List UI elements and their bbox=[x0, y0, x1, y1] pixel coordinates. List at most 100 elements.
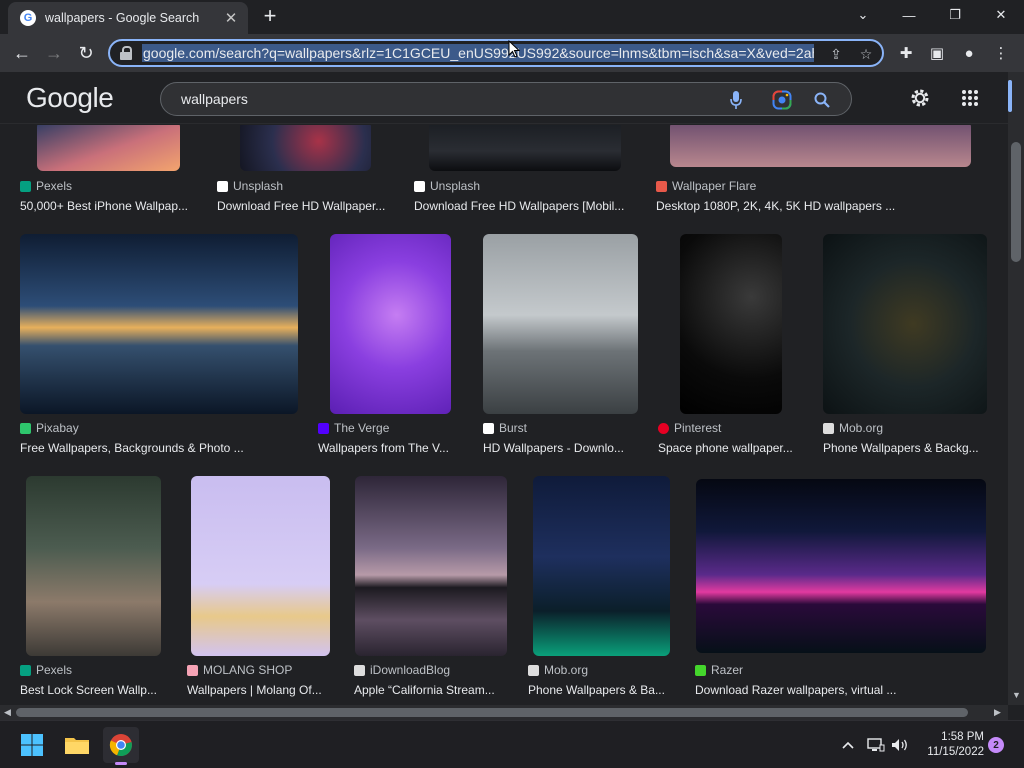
result-thumbnail[interactable] bbox=[483, 234, 638, 414]
extensions-icon[interactable]: ✚ bbox=[895, 42, 917, 64]
result-source[interactable]: Unsplash bbox=[414, 179, 480, 193]
pexels-icon bbox=[20, 180, 31, 192]
vertical-scrollbar[interactable]: ▼ bbox=[1008, 72, 1024, 705]
pinterest-icon bbox=[658, 422, 669, 434]
reload-button[interactable]: ↻ bbox=[72, 39, 100, 67]
search-input[interactable]: wallpapers bbox=[181, 91, 248, 107]
pexels-icon bbox=[20, 664, 31, 676]
wallpaper-flare-icon bbox=[656, 180, 667, 192]
file-explorer-icon[interactable] bbox=[59, 727, 95, 763]
result-caption[interactable]: Best Lock Screen Wallp... bbox=[20, 683, 165, 697]
notification-badge[interactable]: 2 bbox=[988, 737, 1004, 753]
settings-gear-icon[interactable] bbox=[908, 86, 932, 110]
result-thumbnail[interactable] bbox=[823, 234, 987, 414]
result-caption[interactable]: Download Free HD Wallpapers [Mobil... bbox=[414, 199, 634, 213]
result-thumbnail[interactable] bbox=[533, 476, 670, 656]
result-source[interactable]: iDownloadBlog bbox=[354, 663, 450, 677]
result-source[interactable]: Pixabay bbox=[20, 421, 79, 435]
result-caption[interactable]: Free Wallpapers, Backgrounds & Photo ... bbox=[20, 441, 290, 455]
lens-icon[interactable] bbox=[771, 89, 793, 111]
url-text[interactable]: google.com/search?q=wallpapers&rlz=1C1GC… bbox=[142, 44, 814, 62]
result-caption[interactable]: Desktop 1080P, 2K, 4K, 5K HD wallpapers … bbox=[656, 199, 956, 213]
google-search-box[interactable]: wallpapers bbox=[160, 82, 852, 116]
lock-icon[interactable] bbox=[120, 46, 132, 60]
tab-title: wallpapers - Google Search bbox=[45, 11, 200, 25]
result-thumbnail[interactable] bbox=[680, 234, 782, 414]
result-caption[interactable]: HD Wallpapers - Downlo... bbox=[483, 441, 633, 455]
scroll-left-arrow-icon[interactable]: ◀ bbox=[4, 707, 11, 718]
scroll-accent bbox=[1008, 80, 1012, 112]
horizontal-scrollbar[interactable]: ◀ ▶ bbox=[0, 705, 1008, 720]
result-source[interactable]: Mob.org bbox=[823, 421, 883, 435]
result-source[interactable]: MOLANG SHOP bbox=[187, 663, 292, 677]
result-source[interactable]: The Verge bbox=[318, 421, 389, 435]
result-thumbnail[interactable] bbox=[429, 125, 621, 171]
result-source[interactable]: Pexels bbox=[20, 179, 72, 193]
google-apps-icon[interactable] bbox=[958, 86, 982, 110]
result-caption[interactable]: Space phone wallpaper... bbox=[658, 441, 803, 455]
result-caption[interactable]: Wallpapers | Molang Of... bbox=[187, 683, 332, 697]
the-verge-icon bbox=[318, 422, 329, 434]
scroll-right-arrow-icon[interactable]: ▶ bbox=[994, 707, 1001, 718]
restore-button[interactable]: ❐ bbox=[932, 0, 978, 30]
result-caption[interactable]: Download Razer wallpapers, virtual ... bbox=[695, 683, 985, 697]
forward-button[interactable]: → bbox=[40, 39, 68, 67]
tab-google-search[interactable]: G wallpapers - Google Search ✕ bbox=[8, 2, 248, 34]
tab-search-icon[interactable]: ⌄ bbox=[840, 0, 886, 30]
back-button[interactable]: ← bbox=[8, 39, 36, 67]
address-bar[interactable]: google.com/search?q=wallpapers&rlz=1C1GC… bbox=[108, 39, 884, 67]
result-thumbnail[interactable] bbox=[26, 476, 161, 656]
result-thumbnail[interactable] bbox=[696, 479, 986, 653]
close-window-button[interactable]: ✕ bbox=[978, 0, 1024, 30]
vertical-scroll-thumb[interactable] bbox=[1011, 142, 1021, 262]
taskbar-clock[interactable]: 1:58 PM 11/15/2022 bbox=[918, 730, 984, 760]
share-icon[interactable]: ⇪ bbox=[826, 44, 846, 64]
result-thumbnail[interactable] bbox=[670, 125, 971, 167]
result-source[interactable]: Mob.org bbox=[528, 663, 588, 677]
new-tab-button[interactable]: + bbox=[258, 5, 282, 28]
result-caption[interactable]: Phone Wallpapers & Ba... bbox=[528, 683, 673, 697]
result-caption[interactable]: Download Free HD Wallpaper... bbox=[217, 199, 393, 213]
browser-menu-icon[interactable]: ⋮ bbox=[990, 42, 1012, 64]
mic-icon[interactable] bbox=[725, 89, 747, 111]
image-results-grid: Pexels 50,000+ Best iPhone Wallpap... Un… bbox=[0, 125, 1008, 705]
desktop: G wallpapers - Google Search ✕ + ⌄ — ❐ ✕… bbox=[0, 0, 1024, 768]
result-thumbnail[interactable] bbox=[191, 476, 330, 656]
google-logo[interactable]: Google bbox=[26, 82, 114, 114]
side-panel-icon[interactable]: ▣ bbox=[926, 42, 948, 64]
chrome-taskbar-icon[interactable] bbox=[103, 727, 139, 765]
close-tab-icon[interactable]: ✕ bbox=[222, 9, 240, 27]
result-caption[interactable]: Apple “California Stream... bbox=[354, 683, 514, 697]
molang-shop-icon bbox=[187, 664, 198, 676]
result-thumbnail[interactable] bbox=[37, 125, 180, 171]
result-caption[interactable]: Phone Wallpapers & Backg... bbox=[823, 441, 988, 455]
result-source[interactable]: Burst bbox=[483, 421, 527, 435]
unsplash-icon bbox=[217, 180, 228, 192]
result-thumbnail[interactable] bbox=[240, 125, 371, 171]
search-icon[interactable] bbox=[811, 89, 833, 111]
result-source[interactable]: Pexels bbox=[20, 663, 72, 677]
volume-icon[interactable] bbox=[890, 735, 910, 755]
profile-icon[interactable]: ● bbox=[958, 42, 980, 64]
unsplash-icon bbox=[414, 180, 425, 192]
scroll-down-arrow-icon[interactable]: ▼ bbox=[1012, 690, 1021, 700]
result-source[interactable]: Pinterest bbox=[658, 421, 721, 435]
tray-overflow-icon[interactable] bbox=[838, 735, 858, 755]
result-thumbnail[interactable] bbox=[330, 234, 451, 414]
mob-org-icon bbox=[823, 422, 834, 434]
result-caption[interactable]: 50,000+ Best iPhone Wallpap... bbox=[20, 199, 195, 213]
result-source[interactable]: Wallpaper Flare bbox=[656, 179, 756, 193]
result-source[interactable]: Razer bbox=[695, 663, 743, 677]
mouse-cursor-icon bbox=[508, 39, 521, 63]
bookmark-star-icon[interactable]: ☆ bbox=[856, 44, 876, 64]
result-source[interactable]: Unsplash bbox=[217, 179, 283, 193]
pixabay-icon bbox=[20, 422, 31, 434]
result-thumbnail[interactable] bbox=[20, 234, 298, 414]
minimize-button[interactable]: — bbox=[886, 0, 932, 30]
horizontal-scroll-thumb[interactable] bbox=[16, 708, 968, 717]
idownloadblog-icon bbox=[354, 664, 365, 676]
start-windows-icon[interactable] bbox=[14, 727, 50, 763]
result-thumbnail[interactable] bbox=[355, 476, 507, 656]
result-caption[interactable]: Wallpapers from The V... bbox=[318, 441, 458, 455]
network-icon[interactable] bbox=[866, 735, 886, 755]
